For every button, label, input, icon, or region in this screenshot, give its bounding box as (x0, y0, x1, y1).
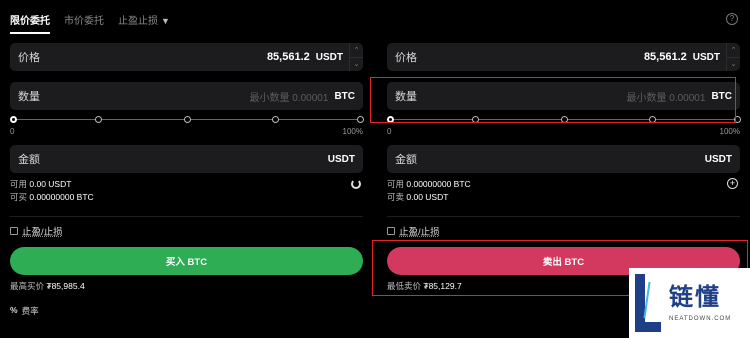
chevron-up-icon[interactable]: ⌃ (350, 43, 363, 58)
buy-price-label: 价格 (18, 52, 40, 64)
slider-max-label: 100% (342, 127, 363, 136)
watermark-logo: 链懂 NEATDOWN.COM (629, 268, 750, 338)
sell-price-label: 价格 (395, 52, 417, 64)
sell-quantity-placeholder: 最小数量 0.00001 (626, 92, 706, 104)
divider (387, 216, 740, 217)
buy-balance-info: 可用 0.00 USDT 可买 0.00000000 BTC (10, 178, 363, 204)
slider-min-label: 0 (387, 127, 392, 136)
buy-quantity-unit: BTC (334, 90, 355, 102)
buy-tpsl-toggle[interactable]: 止盈/止损 (10, 225, 363, 238)
slider-step-25[interactable] (472, 116, 480, 123)
sell-tpsl-toggle[interactable]: 止盈/止损 (387, 225, 740, 238)
buy-best-price-value: ₮85,985.4 (46, 281, 85, 291)
slider-step-100[interactable] (357, 116, 364, 123)
buy-panel: 价格 85,561.2 USDT ⌃ ⌄ 数量 最小数量 0.00001 BTC… (10, 43, 364, 292)
sell-price-value[interactable]: 85,561.2 (644, 51, 687, 63)
buy-best-price: 最高买价 ₮85,985.4 (10, 280, 363, 292)
chevron-down-icon[interactable]: ⌄ (350, 58, 363, 72)
fee-rate[interactable]: % 费率 (10, 305, 39, 317)
sell-total-field[interactable]: 金额 USDT (387, 145, 740, 173)
slider-step-50[interactable] (560, 116, 568, 123)
slider-step-75[interactable] (648, 116, 656, 123)
sell-price-field[interactable]: 价格 85,561.2 USDT ⌃ ⌄ (387, 43, 740, 71)
order-type-tabs: 限价委托 市价委托 止盈止损 ▼ (10, 12, 170, 34)
percent-icon: % (10, 305, 18, 315)
buy-button[interactable]: 买入 BTC (10, 247, 363, 275)
buy-price-value[interactable]: 85,561.2 (267, 51, 310, 63)
sell-best-price-label: 最低卖价 (387, 281, 422, 291)
loading-icon (351, 179, 361, 189)
tab-tpsl-label: 止盈止损 (118, 16, 158, 27)
sell-max-label: 可卖 (387, 192, 405, 202)
slider-min-label: 0 (10, 127, 15, 136)
sell-tpsl-label: 止盈/止损 (399, 227, 440, 238)
sell-total-label: 金额 (395, 154, 417, 166)
buy-total-unit: USDT (327, 153, 355, 165)
buy-available-label: 可用 (10, 179, 28, 189)
buy-quantity-field[interactable]: 数量 最小数量 0.00001 BTC (10, 82, 363, 110)
sell-best-price-value: ₮85,129.7 (423, 281, 462, 291)
sell-total-unit: USDT (704, 153, 732, 165)
divider (10, 216, 363, 217)
help-icon[interactable]: ? (726, 13, 738, 25)
buy-max-label: 可买 (10, 192, 28, 202)
sell-quantity-label: 数量 (395, 91, 417, 103)
fee-rate-label: 费率 (21, 306, 39, 316)
buy-total-field[interactable]: 金额 USDT (10, 145, 363, 173)
buy-price-field[interactable]: 价格 85,561.2 USDT ⌃ ⌄ (10, 43, 363, 71)
buy-tpsl-checkbox[interactable] (10, 227, 18, 235)
slider-step-75[interactable] (271, 116, 279, 123)
chevron-down-icon[interactable]: ⌄ (727, 58, 740, 72)
slider-step-25[interactable] (95, 116, 103, 123)
sell-available-value: 0.00000000 BTC (406, 179, 471, 189)
sell-tpsl-checkbox[interactable] (387, 227, 395, 235)
logo-text-cn: 链懂 (669, 283, 721, 311)
sell-price-stepper: ⌃ ⌄ (726, 43, 740, 71)
buy-quantity-label: 数量 (18, 91, 40, 103)
sell-amount-slider[interactable]: 0 100% (387, 115, 741, 137)
logo-mark-icon (635, 274, 663, 332)
buy-quantity-placeholder: 最小数量 0.00001 (249, 92, 329, 104)
buy-tpsl-label: 止盈/止损 (22, 227, 63, 238)
sell-available-label: 可用 (387, 179, 405, 189)
sell-quantity-field[interactable]: 数量 最小数量 0.00001 BTC (387, 82, 740, 110)
sell-balance-info: 可用 0.00000000 BTC 可卖 0.00 USDT + (387, 178, 740, 204)
sell-quantity-unit: BTC (711, 90, 732, 102)
slider-step-0[interactable] (387, 116, 394, 123)
buy-price-unit: USDT (315, 51, 343, 63)
slider-step-50[interactable] (183, 116, 191, 123)
sell-price-unit: USDT (692, 51, 720, 63)
chevron-up-icon[interactable]: ⌃ (727, 43, 740, 58)
logo-text-en: NEATDOWN.COM (669, 316, 732, 322)
buy-max-value: 0.00000000 BTC (29, 192, 94, 202)
add-funds-icon[interactable]: + (727, 178, 738, 189)
slider-step-0[interactable] (10, 116, 17, 123)
tab-market-order[interactable]: 市价委托 (64, 12, 104, 27)
slider-max-label: 100% (719, 127, 740, 136)
chevron-down-icon: ▼ (161, 16, 170, 26)
buy-total-label: 金额 (18, 154, 40, 166)
tab-limit-order[interactable]: 限价委托 (10, 12, 50, 34)
sell-max-value: 0.00 USDT (406, 192, 449, 202)
buy-best-price-label: 最高买价 (10, 281, 45, 291)
buy-amount-slider[interactable]: 0 100% (10, 115, 364, 137)
buy-available-value: 0.00 USDT (29, 179, 72, 189)
buy-price-stepper: ⌃ ⌄ (349, 43, 363, 71)
slider-step-100[interactable] (734, 116, 741, 123)
sell-panel: 价格 85,561.2 USDT ⌃ ⌄ 数量 最小数量 0.00001 BTC… (387, 43, 741, 292)
tab-tpsl-order[interactable]: 止盈止损 ▼ (118, 12, 170, 27)
